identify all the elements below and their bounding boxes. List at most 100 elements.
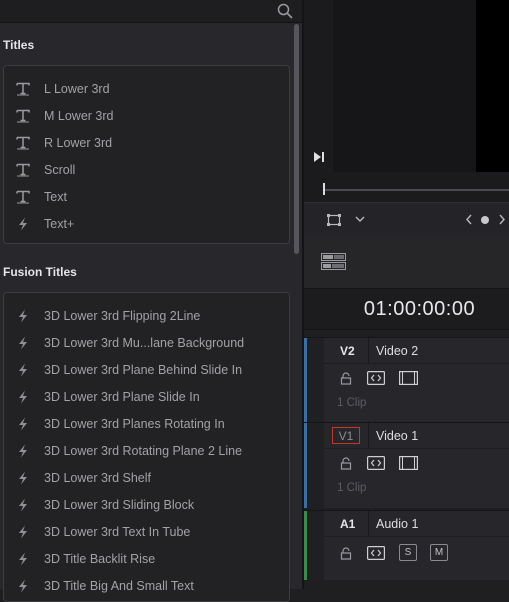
track-id[interactable]: V2 xyxy=(340,344,355,358)
list-item-label: 3D Lower 3rd Shelf xyxy=(44,470,152,485)
list-item-label: 3D Lower 3rd Text In Tube xyxy=(44,524,191,539)
list-item-label: 3D Title Big And Small Text xyxy=(44,578,194,593)
solo-button[interactable]: S xyxy=(399,544,417,561)
fusion-bolt-icon xyxy=(16,552,30,566)
viewer-screen xyxy=(333,0,476,172)
track-v1[interactable]: V1 Video 1 1 Clip xyxy=(304,422,509,508)
playhead[interactable] xyxy=(323,183,325,195)
list-item-label: 3D Lower 3rd Flipping 2Line xyxy=(44,308,201,323)
jump-to-end-icon[interactable] xyxy=(313,151,325,163)
list-item-label: 3D Lower 3rd Plane Slide In xyxy=(44,389,200,404)
list-item[interactable]: 3D Lower 3rd Rotating Plane 2 Line xyxy=(16,437,242,464)
track-gutter xyxy=(307,511,324,581)
auto-track-selector-icon[interactable] xyxy=(367,371,385,385)
track-gutter xyxy=(307,338,324,423)
list-item-label: R Lower 3rd xyxy=(44,135,113,150)
track-v2[interactable]: V2 Video 2 1 Clip xyxy=(304,337,509,423)
fusion-titles-list: 3D Lower 3rd Flipping 2Line 3D Lower 3rd… xyxy=(3,292,290,602)
fusion-bolt-icon xyxy=(16,417,30,431)
track-id[interactable]: A1 xyxy=(340,517,355,531)
text-t-icon xyxy=(16,163,30,177)
timecode[interactable]: 01:00:00:00 xyxy=(304,289,509,329)
fusion-bolt-icon xyxy=(16,471,30,485)
list-item-label: Text+ xyxy=(44,216,75,231)
scrubber-track[interactable] xyxy=(324,189,509,191)
list-item-label: Text xyxy=(44,189,67,204)
list-item[interactable]: 3D Lower 3rd Plane Slide In xyxy=(16,383,200,410)
timeline-view-options-icon[interactable] xyxy=(321,253,346,270)
list-item-label: 3D Lower 3rd Planes Rotating In xyxy=(44,416,225,431)
list-item[interactable]: 3D Title Big And Small Text xyxy=(16,572,194,599)
viewer-frame xyxy=(476,0,509,172)
fusion-bolt-icon xyxy=(16,336,30,350)
timeline-panel: 01:00:00:00 V2 Video 2 1 Clip V1 Video 1… xyxy=(304,0,509,589)
effects-scrollbar[interactable] xyxy=(293,22,300,589)
track-header: V1 Video 1 xyxy=(324,423,509,449)
track-name[interactable]: Audio 1 xyxy=(376,517,418,531)
list-item-text-plus[interactable]: Text+ xyxy=(16,210,74,237)
clip-count: 1 Clip xyxy=(337,397,367,409)
titles-list: L Lower 3rd M Lower 3rd R Lower 3rd Scro… xyxy=(3,65,290,244)
track-separator xyxy=(368,423,369,448)
list-item[interactable]: 3D Title Backlit Rise xyxy=(16,545,155,572)
auto-track-selector-icon[interactable] xyxy=(367,546,385,560)
list-item-label: L Lower 3rd xyxy=(44,81,110,96)
fusion-bolt-icon xyxy=(16,444,30,458)
text-t-icon xyxy=(16,82,30,96)
effects-search-bar xyxy=(0,0,303,23)
film-strip-icon[interactable] xyxy=(399,371,418,385)
list-item[interactable]: 3D Lower 3rd Flipping 2Line xyxy=(16,302,200,329)
list-item-label: 3D Lower 3rd Sliding Block xyxy=(44,497,195,512)
list-item-l-lower-3rd[interactable]: L Lower 3rd xyxy=(16,75,110,102)
list-item-scroll[interactable]: Scroll xyxy=(16,156,75,183)
text-t-icon xyxy=(16,136,30,150)
track-id[interactable]: V1 xyxy=(332,427,360,444)
list-item[interactable]: 3D Lower 3rd Mu...lane Background xyxy=(16,329,244,356)
keyframe-dot-icon[interactable] xyxy=(480,215,490,225)
text-t-icon xyxy=(16,109,30,123)
list-item-r-lower-3rd[interactable]: R Lower 3rd xyxy=(16,129,112,156)
fusion-bolt-icon xyxy=(16,390,30,404)
list-item[interactable]: 3D Lower 3rd Plane Behind Slide In xyxy=(16,356,242,383)
titles-heading: Titles xyxy=(3,38,35,52)
previous-keyframe-icon[interactable] xyxy=(465,214,473,225)
lock-icon[interactable] xyxy=(340,547,352,560)
mute-button[interactable]: M xyxy=(430,544,448,561)
track-name[interactable]: Video 1 xyxy=(376,429,418,443)
list-item[interactable]: 3D Lower 3rd Text In Tube xyxy=(16,518,190,545)
film-strip-icon[interactable] xyxy=(399,456,418,470)
list-item[interactable]: 3D Lower 3rd Shelf xyxy=(16,464,151,491)
fusion-titles-heading: Fusion Titles xyxy=(3,265,77,279)
timeline-header xyxy=(304,236,509,289)
list-item-m-lower-3rd[interactable]: M Lower 3rd xyxy=(16,102,113,129)
list-item[interactable]: 3D Lower 3rd Planes Rotating In xyxy=(16,410,225,437)
auto-track-selector-icon[interactable] xyxy=(367,456,385,470)
clip-count: 1 Clip xyxy=(337,482,367,494)
chevron-down-icon[interactable] xyxy=(355,216,365,223)
next-keyframe-icon[interactable] xyxy=(498,214,506,225)
fusion-bolt-icon xyxy=(16,309,30,323)
scrollbar-thumb[interactable] xyxy=(294,24,299,254)
timecode-display: 01:00:00:00 xyxy=(304,289,509,330)
list-item-label: 3D Lower 3rd Plane Behind Slide In xyxy=(44,362,243,377)
fusion-bolt-icon xyxy=(16,217,30,231)
effects-library-panel: Titles L Lower 3rd M Lower 3rd R Lower 3… xyxy=(0,0,303,602)
track-name[interactable]: Video 2 xyxy=(376,344,418,358)
fusion-bolt-icon xyxy=(16,363,30,377)
list-item[interactable]: 3D Lower 3rd Sliding Block xyxy=(16,491,194,518)
list-item-label: 3D Title Backlit Rise xyxy=(44,551,156,566)
track-separator xyxy=(368,511,369,536)
lock-icon[interactable] xyxy=(340,372,352,385)
track-gutter xyxy=(307,423,324,508)
list-item-label: M Lower 3rd xyxy=(44,108,114,123)
search-icon[interactable] xyxy=(276,2,294,20)
list-item-text[interactable]: Text xyxy=(16,183,67,210)
fusion-bolt-icon xyxy=(16,579,30,593)
track-a1[interactable]: A1 Audio 1 S M xyxy=(304,510,509,581)
transform-icon[interactable] xyxy=(326,213,342,227)
timeline-empty-area xyxy=(304,580,509,589)
lock-icon[interactable] xyxy=(340,457,352,470)
track-header: A1 Audio 1 xyxy=(324,511,509,537)
viewer-toolbar xyxy=(304,202,509,237)
list-item-label: 3D Lower 3rd Mu...lane Background xyxy=(44,335,245,350)
